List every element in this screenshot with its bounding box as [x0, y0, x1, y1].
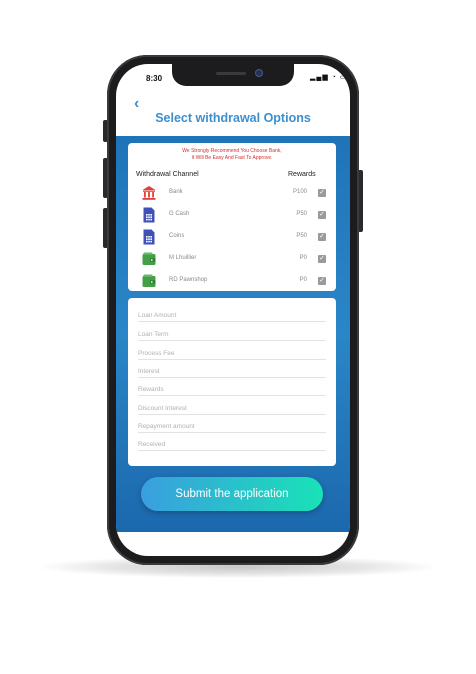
interest-field[interactable]: [138, 360, 326, 380]
rewards-field[interactable]: [138, 378, 326, 398]
loan-term-input[interactable]: [138, 326, 326, 343]
channel-checkbox[interactable]: ✓: [318, 211, 326, 219]
process-fee-field[interactable]: [138, 342, 326, 362]
channel-row-coins[interactable]: Coins P50 ✓: [128, 229, 336, 245]
loan-amount-input[interactable]: [138, 307, 326, 324]
received-input[interactable]: [138, 436, 326, 453]
channel-reward: P50: [296, 211, 307, 217]
repayment-amount-field[interactable]: [138, 415, 326, 435]
channel-checkbox[interactable]: ✓: [318, 277, 326, 285]
speaker: [216, 72, 246, 75]
sim-card-icon: [143, 207, 155, 223]
channel-row-bank[interactable]: Bank P100 ✓: [128, 185, 336, 201]
back-icon[interactable]: ‹: [134, 96, 139, 112]
discount-interest-field[interactable]: [138, 397, 326, 417]
channel-row-m-lhuillier[interactable]: M Lhuillier P0 ✓: [128, 251, 336, 267]
loan-amount-field[interactable]: [138, 304, 326, 324]
channel-checkbox[interactable]: ✓: [318, 233, 326, 241]
wallet-icon: [142, 274, 156, 287]
channel-name: M Lhuillier: [169, 255, 197, 261]
notice-line-2: It Will Be Easy And Fast To Approve.: [191, 155, 273, 161]
camera-icon: [255, 69, 263, 77]
channel-row-rd-pawnshop[interactable]: RD Pawnshop P0 ✓: [128, 273, 336, 289]
channel-name: Bank: [169, 189, 183, 195]
loan-details-form: [128, 298, 336, 466]
channel-reward: P50: [296, 233, 307, 239]
column-header-rewards: Rewards: [288, 171, 316, 178]
submit-application-button[interactable]: Submit the application: [141, 477, 323, 511]
recommendation-notice: We Strongly Recommend You Choose Bank, I…: [128, 148, 336, 162]
status-icons: ▂▄▆ ◔ ▭: [310, 74, 348, 81]
channel-reward: P0: [299, 277, 307, 283]
channel-name: RD Pawnshop: [169, 277, 208, 283]
notice-line-1: We Strongly Recommend You Choose Bank,: [182, 148, 282, 154]
withdrawal-channels-card: We Strongly Recommend You Choose Bank, I…: [128, 143, 336, 291]
channel-checkbox[interactable]: ✓: [318, 189, 326, 197]
sim-card-icon: [143, 229, 155, 245]
channel-checkbox[interactable]: ✓: [318, 255, 326, 263]
notch: [172, 64, 294, 86]
column-header-channel: Withdrawal Channel: [136, 171, 199, 178]
rewards-input[interactable]: [138, 381, 326, 398]
phone-screen: 8:30 ▂▄▆ ◔ ▭ ‹ Select withdrawal Options…: [116, 64, 350, 556]
channel-reward: P100: [292, 189, 307, 195]
wallet-icon: [142, 252, 156, 265]
channel-reward: P0: [299, 255, 307, 261]
received-field[interactable]: [138, 433, 326, 453]
loan-term-field[interactable]: [138, 323, 326, 343]
channel-name: Coins: [169, 233, 185, 239]
page-title: Select withdrawal Options: [155, 111, 311, 125]
bank-icon: [142, 186, 156, 200]
status-time: 8:30: [146, 74, 163, 83]
channel-name: G Cash: [169, 211, 190, 217]
channel-row-gcash[interactable]: G Cash P50 ✓: [128, 207, 336, 223]
